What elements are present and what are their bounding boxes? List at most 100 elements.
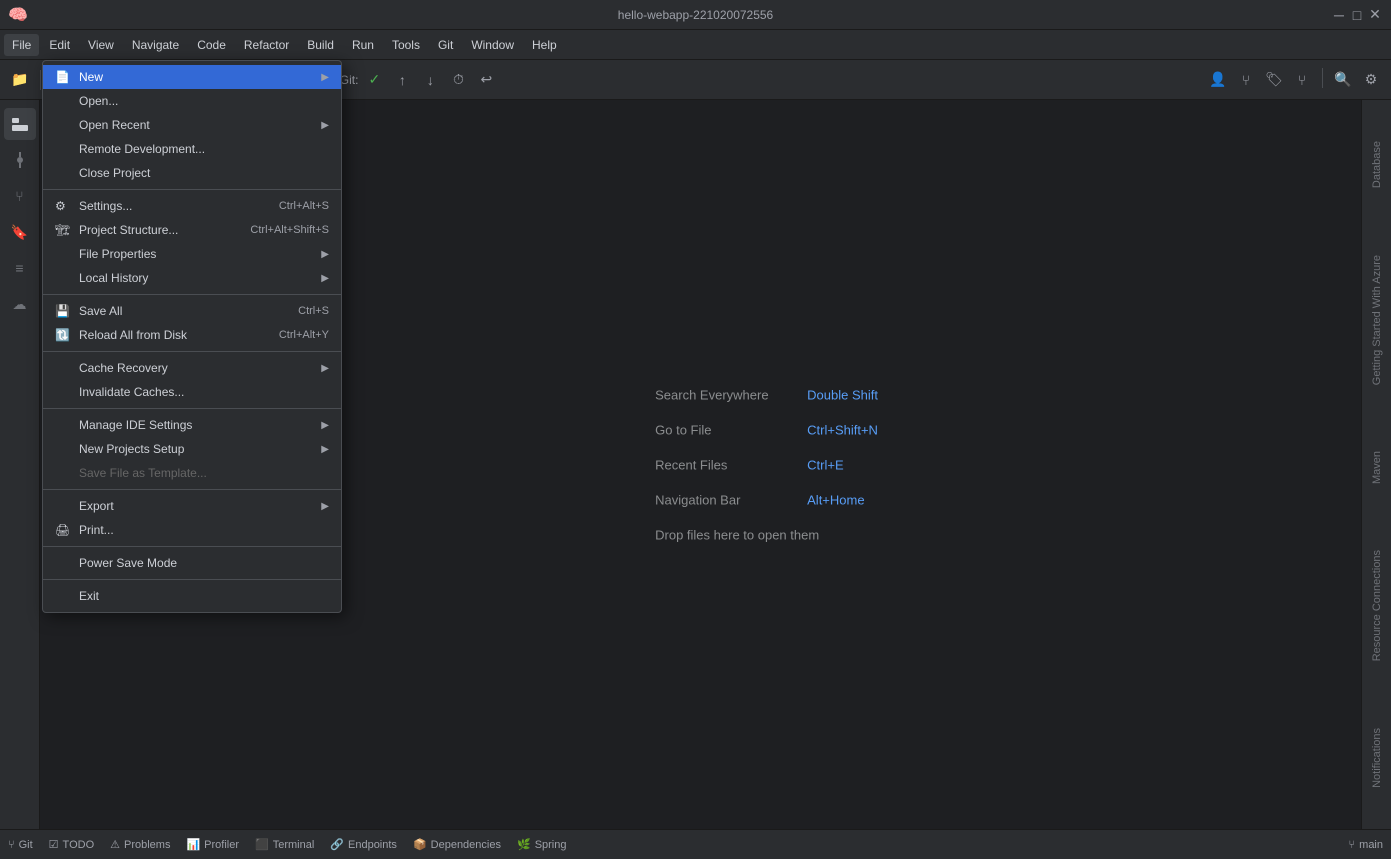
status-git[interactable]: ⑂ Git (8, 839, 33, 851)
shortcut-recent-files: Recent Files Ctrl+E (655, 457, 878, 472)
sidebar-commit-icon[interactable] (4, 144, 36, 176)
menu-item-save-all[interactable]: 💾 Save All Ctrl+S (43, 299, 341, 323)
terminal-icon: ⬛ (255, 838, 269, 851)
profiler-icon: 📊 (186, 838, 200, 851)
right-sidebar-notifications[interactable]: Notifications (1367, 720, 1387, 796)
menu-item-project-structure[interactable]: 🏗 Project Structure... Ctrl+Alt+Shift+S (43, 218, 341, 242)
new-projects-setup-arrow-icon: ▶ (321, 444, 329, 455)
menu-item-manage-ide[interactable]: Manage IDE Settings ▶ (43, 413, 341, 437)
maximize-button[interactable]: □ (1349, 7, 1365, 23)
menu-item-local-history[interactable]: Local History ▶ (43, 266, 341, 290)
separator-1 (43, 189, 341, 190)
recent-files-shortcut: Ctrl+E (807, 457, 843, 472)
settings-label: Settings... (79, 199, 279, 213)
menu-item-print[interactable]: 🖨 Print... (43, 518, 341, 542)
search-everywhere-label: Search Everywhere (655, 387, 795, 402)
sidebar-azure-icon[interactable]: ☁ (4, 288, 36, 320)
sidebar-bookmark-icon[interactable]: 🔖 (4, 216, 36, 248)
right-sidebar-database[interactable]: Database (1367, 133, 1387, 196)
left-sidebar: ⑂ 🔖 ≡ ☁ (0, 100, 40, 829)
export-arrow-icon: ▶ (321, 501, 329, 512)
export-label: Export (79, 499, 321, 513)
toolbar-project-icon[interactable]: 📁 (8, 68, 32, 92)
menu-navigate[interactable]: Navigate (124, 34, 187, 56)
separator-3 (43, 351, 341, 352)
separator-5 (43, 489, 341, 490)
close-button[interactable]: ✕ (1367, 7, 1383, 23)
menu-item-export[interactable]: Export ▶ (43, 494, 341, 518)
sidebar-pullrequest-icon[interactable]: ⑂ (4, 180, 36, 212)
exit-label: Exit (79, 589, 329, 603)
menu-run[interactable]: Run (344, 34, 382, 56)
menu-item-open-recent[interactable]: Open Recent ▶ (43, 113, 341, 137)
menu-edit[interactable]: Edit (41, 34, 78, 56)
menu-item-close-project[interactable]: Close Project (43, 161, 341, 185)
menu-item-settings[interactable]: ⚙ Settings... Ctrl+Alt+S (43, 194, 341, 218)
separator-2 (43, 294, 341, 295)
git-pull-icon[interactable]: ↓ (418, 68, 442, 92)
drop-files-hint: Drop files here to open them (655, 527, 878, 542)
menu-build[interactable]: Build (299, 34, 342, 56)
sidebar-project-icon[interactable] (4, 108, 36, 140)
minimize-button[interactable]: ─ (1331, 7, 1347, 23)
git-merge-btn[interactable]: ⑂ (1290, 68, 1314, 92)
endpoints-icon: 🔗 (330, 838, 344, 851)
git-section: Git: ✓ ↑ ↓ ⏱ ↩ (340, 68, 499, 92)
status-right: ⑂ main (1349, 839, 1383, 851)
menu-item-power-save[interactable]: Power Save Mode (43, 551, 341, 575)
recent-files-label: Recent Files (655, 457, 795, 472)
menu-view[interactable]: View (80, 34, 122, 56)
reload-all-shortcut: Ctrl+Alt+Y (279, 329, 329, 341)
sidebar-structure-icon[interactable]: ≡ (4, 252, 36, 284)
right-sidebar-maven[interactable]: Maven (1367, 443, 1387, 492)
menu-item-file-properties[interactable]: File Properties ▶ (43, 242, 341, 266)
app-logo-icon: 🧠 (8, 5, 28, 25)
menu-item-cache-recovery[interactable]: Cache Recovery ▶ (43, 356, 341, 380)
menu-item-new-projects-setup[interactable]: New Projects Setup ▶ (43, 437, 341, 461)
menu-item-remote-dev[interactable]: Remote Development... (43, 137, 341, 161)
todo-icon: ☑ (49, 838, 59, 851)
statusbar: ⑂ Git ☑ TODO ⚠ Problems 📊 Profiler ⬛ Ter… (0, 829, 1391, 859)
menu-item-open[interactable]: Open... (43, 89, 341, 113)
git-revert-icon[interactable]: ↩ (474, 68, 498, 92)
menu-tools[interactable]: Tools (384, 34, 428, 56)
git-branch-btn[interactable]: ⑂ (1234, 68, 1258, 92)
status-endpoints[interactable]: 🔗 Endpoints (330, 838, 397, 851)
menu-code[interactable]: Code (189, 34, 234, 56)
git-history-icon[interactable]: ⏱ (446, 68, 470, 92)
save-as-template-label: Save File as Template... (79, 466, 329, 480)
search-everywhere-btn[interactable]: 🔍 (1331, 68, 1355, 92)
git-icon: ⑂ (8, 839, 15, 851)
menu-help[interactable]: Help (524, 34, 565, 56)
status-terminal[interactable]: ⬛ Terminal (255, 838, 314, 851)
toolbar-separator-1 (40, 70, 41, 90)
status-spring-label: Spring (535, 839, 567, 851)
new-icon: 📄 (55, 70, 71, 84)
status-spring[interactable]: 🌿 Spring (517, 838, 567, 851)
menu-file[interactable]: File (4, 34, 39, 56)
settings-icon: ⚙ (55, 199, 71, 213)
menu-git[interactable]: Git (430, 34, 461, 56)
right-sidebar-resource[interactable]: Resource Connections (1367, 542, 1387, 669)
menu-item-invalidate-caches[interactable]: Invalidate Caches... (43, 380, 341, 404)
right-sidebar-azure[interactable]: Getting Started With Azure (1367, 247, 1387, 393)
new-arrow-icon: ▶ (321, 72, 329, 83)
menu-item-exit[interactable]: Exit (43, 584, 341, 608)
open-recent-arrow-icon: ▶ (321, 120, 329, 131)
status-todo[interactable]: ☑ TODO (49, 838, 94, 851)
git-check-icon[interactable]: ✓ (362, 68, 386, 92)
status-dependencies[interactable]: 📦 Dependencies (413, 838, 501, 851)
git-tag-btn[interactable]: 🏷 (1262, 68, 1286, 92)
menu-item-new[interactable]: 📄 New ▶ (43, 65, 341, 89)
git-annotate-btn[interactable]: 👤 (1206, 68, 1230, 92)
status-profiler[interactable]: 📊 Profiler (186, 838, 239, 851)
status-git-label: Git (19, 839, 33, 851)
close-project-label: Close Project (79, 166, 329, 180)
invalidate-caches-label: Invalidate Caches... (79, 385, 329, 399)
git-push-icon[interactable]: ↑ (390, 68, 414, 92)
menu-window[interactable]: Window (463, 34, 522, 56)
menu-item-reload-all[interactable]: 🔃 Reload All from Disk Ctrl+Alt+Y (43, 323, 341, 347)
status-problems[interactable]: ⚠ Problems (110, 838, 170, 851)
menu-refactor[interactable]: Refactor (236, 34, 297, 56)
settings-btn[interactable]: ⚙ (1359, 68, 1383, 92)
